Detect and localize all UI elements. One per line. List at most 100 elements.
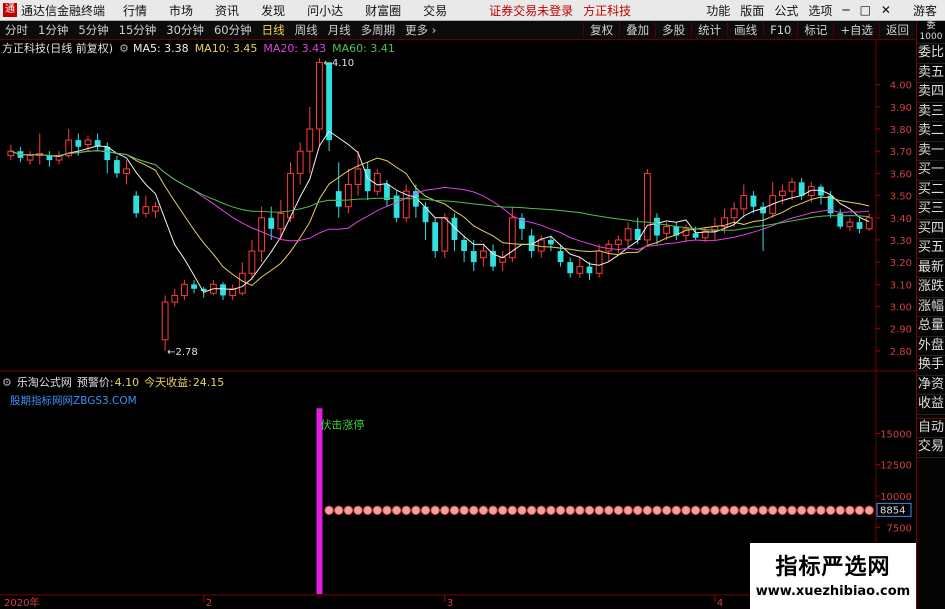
sidebar-item[interactable]: 卖一 xyxy=(917,142,945,161)
sidebar-item[interactable]: 委比 xyxy=(917,44,945,64)
candle-body-down xyxy=(75,140,82,147)
signal-dot xyxy=(517,505,527,516)
candle-body-down xyxy=(654,217,660,236)
settings-gear-icon[interactable]: ⚙ xyxy=(119,42,129,55)
signal-dot xyxy=(671,505,681,516)
candle-body-down xyxy=(191,284,197,289)
price-tick-label: 3.20 xyxy=(890,258,912,269)
signal-dot xyxy=(594,505,604,516)
sidebar-item[interactable]: 买二 xyxy=(917,181,945,200)
indicator-tick-label: 15000 xyxy=(880,429,912,440)
signal-dot xyxy=(758,505,768,516)
sidebar-item[interactable]: 收益 xyxy=(917,395,945,415)
price-tick-label: 3.70 xyxy=(890,147,912,158)
signal-dot xyxy=(710,505,720,516)
sidebar-item[interactable]: 卖四 xyxy=(917,83,945,103)
signal-dot xyxy=(642,505,653,516)
signal-dot xyxy=(575,505,585,516)
candle-body-down xyxy=(586,266,593,274)
candle-body-down xyxy=(326,62,332,141)
candle-body-down xyxy=(856,222,863,229)
candle-body-down xyxy=(470,251,477,263)
current-value-label: 8854 xyxy=(880,505,905,516)
kline-chart[interactable]: 4.00 3.90 3.80 3.70 3.60 3.50 3.40 3.30 3.20 3.10… xyxy=(0,0,916,609)
candle-body-down xyxy=(133,195,140,214)
candle-body-down xyxy=(114,160,120,174)
signal-dot xyxy=(661,505,672,516)
signal-dot xyxy=(411,505,421,516)
signal-dot xyxy=(816,505,826,516)
signal-dot xyxy=(777,505,788,516)
signal-dot xyxy=(334,505,344,516)
candle-body-up xyxy=(480,250,487,259)
sidebar-item[interactable]: 买四 xyxy=(917,220,945,239)
sidebar-item[interactable]: 换手 xyxy=(917,356,945,376)
ma20-value: MA20: 3.43 xyxy=(263,41,327,55)
candle-body-down xyxy=(268,217,275,229)
sidebar-item[interactable]: 总量 xyxy=(917,317,945,337)
signal-dot xyxy=(420,505,431,516)
sidebar-item[interactable]: 卖五 xyxy=(917,64,945,83)
candle-body-up xyxy=(123,168,130,174)
sidebar-item[interactable]: 涨跌 xyxy=(917,278,945,298)
candle-body-up xyxy=(508,217,516,259)
candle-body-up xyxy=(740,195,748,210)
candle-body-up xyxy=(624,228,632,241)
sidebar-item[interactable]: 涨幅 xyxy=(917,298,945,317)
sidebar-item[interactable]: 净资 xyxy=(917,376,945,395)
candle-body-up xyxy=(441,217,449,252)
watermark: 指标严选网 www.xuezhibiao.com xyxy=(750,543,916,609)
price-tick-label: 3.00 xyxy=(890,303,912,314)
date-label: 2020年 xyxy=(4,596,39,609)
price-tick-label: 4.00 xyxy=(890,81,912,92)
candle-body-down xyxy=(432,222,439,252)
candle-body-up xyxy=(615,239,622,245)
candle-body-up xyxy=(84,139,92,146)
main-legend: 方正科技(日线 前复权) ⚙ MA5: 3.38 MA10: 3.45 MA20… xyxy=(2,41,401,56)
sidebar-item[interactable]: 卖二 xyxy=(917,122,945,142)
indicator-gear-icon[interactable]: ⚙ xyxy=(2,376,12,389)
candle-body-up xyxy=(181,283,188,296)
price-tick-label: 2.90 xyxy=(890,325,912,336)
signal-dot xyxy=(391,505,402,516)
sidebar-auto[interactable]: 自动 xyxy=(917,419,945,438)
profit-value: 24.15 xyxy=(192,375,225,389)
date-label: 2 xyxy=(206,598,212,609)
signal-dot xyxy=(806,505,817,516)
signal-dot xyxy=(401,505,411,516)
signal-dot xyxy=(507,505,518,516)
signal-dot xyxy=(700,505,710,516)
signal-dot xyxy=(613,505,624,516)
sidebar-item[interactable]: 卖三 xyxy=(917,103,945,122)
signal-dot xyxy=(449,505,460,516)
candle-body-up xyxy=(373,172,381,192)
high-price-marker: ←4.10 xyxy=(323,58,354,69)
candle-body-down xyxy=(220,284,226,296)
price-tick-label: 3.80 xyxy=(890,125,912,136)
candle-body-up xyxy=(576,266,584,274)
signal-dot xyxy=(546,505,556,516)
sidebar-trade[interactable]: 交易 xyxy=(917,438,945,458)
sidebar-item[interactable]: 买五 xyxy=(917,239,945,259)
right-sidebar: 委 1000 委比 卖五 卖四 卖三 卖二 卖一 买一 买二 买三 买四 买五 最新 涨跌 涨幅 总量 外盘 换手… xyxy=(916,21,945,609)
candle-body-up xyxy=(846,221,854,228)
sidebar-item[interactable]: 最新 xyxy=(917,259,945,278)
candle-body-up xyxy=(142,206,150,214)
candle-body-up xyxy=(238,272,246,294)
indicator-site-text: 股期指标网网ZBGS3.COM xyxy=(10,395,137,407)
signal-dot xyxy=(854,505,865,516)
signal-dot xyxy=(488,505,498,516)
sidebar-item[interactable]: 买三 xyxy=(917,200,945,220)
candle-body-down xyxy=(798,182,805,196)
profit-label: 今天收益: xyxy=(144,376,192,389)
signal-dot xyxy=(372,505,383,516)
sidebar-item[interactable]: 外盘 xyxy=(917,337,945,356)
guest-user[interactable]: 游客 xyxy=(913,2,937,19)
candle-body-down xyxy=(567,262,574,274)
candle-body-up xyxy=(730,208,738,219)
sidebar-item[interactable]: 买一 xyxy=(917,161,945,181)
signal-dot xyxy=(825,505,836,516)
signal-dot xyxy=(343,505,354,516)
signal-dot xyxy=(748,505,759,516)
signal-dot xyxy=(536,505,546,516)
